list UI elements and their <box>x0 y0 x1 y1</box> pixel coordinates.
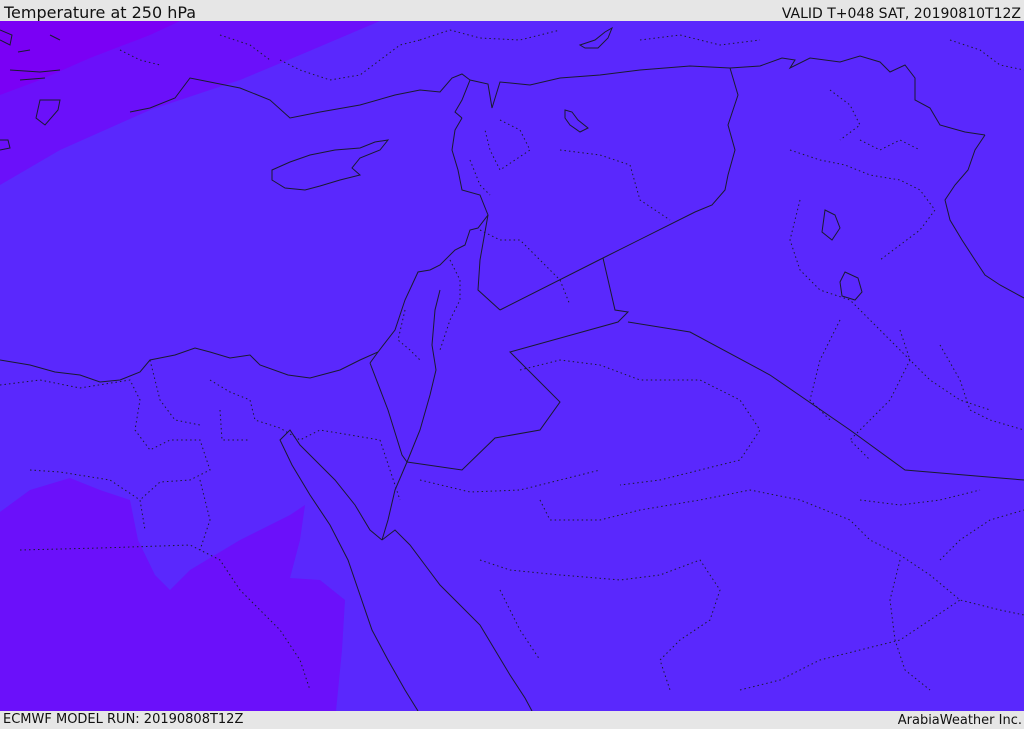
footer-bar: ECMWF MODEL RUN: 20190808T12Z ArabiaWeat… <box>0 711 1024 729</box>
weather-map-page: Temperature at 250 hPa VALID T+048 SAT, … <box>0 0 1024 729</box>
map-title: Temperature at 250 hPa <box>4 3 197 22</box>
map-panel[interactable] <box>0 21 1024 711</box>
credit: ArabiaWeather Inc. <box>897 713 1022 728</box>
map-canvas[interactable] <box>0 21 1024 711</box>
model-run: ECMWF MODEL RUN: 20190808T12Z <box>3 712 244 727</box>
header-bar: Temperature at 250 hPa VALID T+048 SAT, … <box>0 0 1024 22</box>
